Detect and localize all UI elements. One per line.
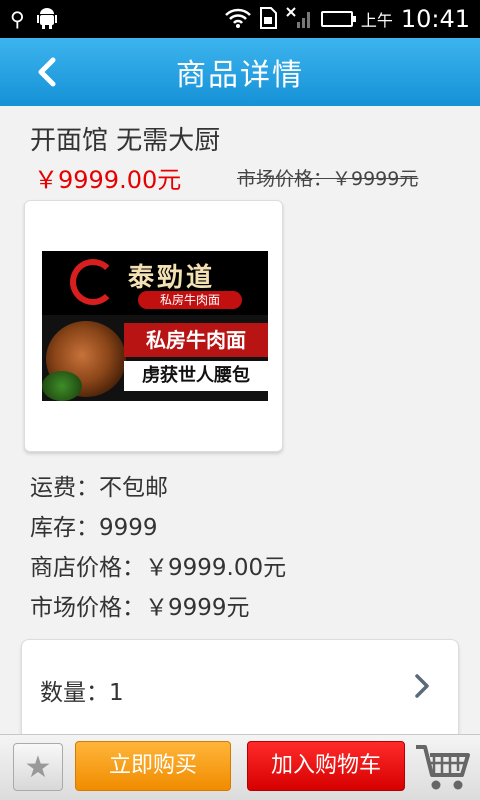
market-price-info: 市场价格：￥9999元	[30, 595, 250, 621]
back-button[interactable]	[22, 48, 70, 96]
signal-icon	[285, 6, 313, 33]
product-image: 泰勁道 私房牛肉面 私房牛肉面 虏获世人腰包	[42, 251, 268, 401]
freight-info: 运费：不包邮	[30, 475, 168, 501]
page-title: 商品详情	[176, 58, 304, 93]
product-image-card[interactable]: 泰勁道 私房牛肉面 私房牛肉面 虏获世人腰包	[24, 200, 283, 452]
banner-slogan-2: 虏获世人腰包	[124, 361, 268, 391]
status-right: 上午 10:41	[224, 5, 470, 33]
status-time: 10:41	[400, 5, 470, 33]
store-price-info: 商店价格：￥9999.00元	[30, 555, 287, 581]
usb-icon: ⚲	[10, 7, 25, 31]
product-price: ￥9999.00元	[34, 166, 182, 194]
stock-info: 库存：9999	[30, 515, 158, 541]
quantity-label: 数量：1	[40, 680, 124, 706]
bottom-action-bar: ★ 立即购买 加入购物车	[0, 734, 480, 800]
banner-brand: 泰勁道	[128, 263, 216, 293]
market-price-strikethrough: 市场价格：￥9999元	[237, 168, 419, 190]
add-to-cart-button[interactable]: 加入购物车	[247, 741, 405, 791]
chevron-right-icon	[414, 672, 430, 707]
status-bar: ⚲ 上午 10:41	[0, 0, 480, 38]
product-detail[interactable]: 开面馆 无需大厨 ￥9999.00元 市场价格：￥9999元 泰勁道 私房牛肉面…	[0, 106, 480, 749]
status-ampm: 上午	[360, 11, 393, 30]
banner-brand-sub: 私房牛肉面	[138, 291, 242, 309]
product-name: 开面馆 无需大厨	[30, 126, 221, 156]
shopping-cart-icon[interactable]	[414, 741, 472, 793]
status-left: ⚲	[10, 7, 57, 32]
banner-slogan-1: 私房牛肉面	[124, 323, 268, 357]
wifi-icon	[224, 8, 251, 31]
brand-logo-icon	[70, 259, 116, 305]
buy-now-button[interactable]: 立即购买	[75, 741, 231, 791]
quantity-row[interactable]: 数量：1	[21, 639, 459, 749]
header-bar: 商品详情	[0, 38, 480, 106]
chevron-left-icon	[38, 57, 56, 87]
greens-image	[42, 371, 82, 401]
favorite-button[interactable]: ★	[13, 743, 63, 791]
star-icon: ★	[24, 749, 52, 785]
sim-card-icon	[259, 6, 277, 32]
android-icon	[36, 7, 57, 32]
battery-icon	[320, 11, 356, 27]
